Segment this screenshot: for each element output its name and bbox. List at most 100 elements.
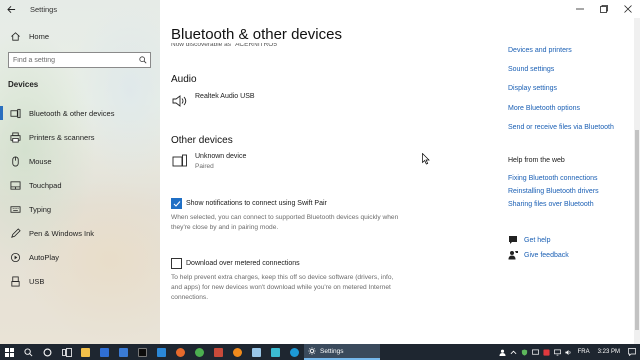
usb-icon: [8, 274, 22, 288]
back-arrow-icon: [6, 5, 15, 13]
tray-item[interactable]: [563, 344, 574, 360]
audio-heading: Audio: [171, 74, 197, 85]
back-button[interactable]: [0, 0, 22, 18]
swift-pair-label[interactable]: Show notifications to connect using Swif…: [186, 200, 327, 207]
minimize-icon: [576, 8, 584, 10]
taskbar-app[interactable]: [171, 344, 190, 360]
link-sharing-files[interactable]: Sharing files over Bluetooth: [508, 201, 594, 208]
taskbar-app[interactable]: [133, 344, 152, 360]
nav-item-label: AutoPlay: [29, 252, 60, 262]
scrollbar-thumb[interactable]: [635, 130, 639, 330]
nav-item-bluetooth[interactable]: Bluetooth & other devices: [0, 103, 160, 123]
link-devices-and-printers[interactable]: Devices and printers: [508, 47, 572, 54]
maximize-button[interactable]: [592, 0, 616, 18]
taskbar-search-button[interactable]: [19, 344, 38, 360]
vlc-icon: [233, 347, 242, 357]
taskbar-app[interactable]: [152, 344, 171, 360]
device-icon: [171, 152, 189, 170]
touchpad-icon: [8, 178, 22, 192]
edge-icon: [290, 347, 299, 357]
window-title: Settings: [30, 4, 58, 14]
close-button[interactable]: [616, 0, 640, 18]
taskbar-app[interactable]: [95, 344, 114, 360]
clock[interactable]: 3:23 PM: [594, 349, 624, 355]
nav-item-touchpad[interactable]: Touchpad: [0, 175, 160, 195]
unknown-device-name: Unknown device: [195, 153, 247, 160]
task-view-button[interactable]: [57, 344, 76, 360]
nav-item-printers[interactable]: Printers & scanners: [0, 127, 160, 147]
taskbar-app[interactable]: [209, 344, 228, 360]
link-sound-settings[interactable]: Sound settings: [508, 66, 554, 73]
taskbar-app[interactable]: [114, 344, 133, 360]
nav-item-usb[interactable]: USB: [0, 271, 160, 291]
speaker-icon: [171, 92, 189, 110]
taskbar-app[interactable]: [190, 344, 209, 360]
mouse-cursor-icon: [422, 153, 430, 165]
nav-item-mouse[interactable]: Mouse: [0, 151, 160, 171]
navigation-pane: Settings Home Devices Bluetooth & other …: [0, 0, 160, 344]
minimize-button[interactable]: [568, 0, 592, 18]
nav-item-typing[interactable]: Typing: [0, 199, 160, 219]
discoverable-status: Now discoverable as "ACERNITRO5": [171, 43, 280, 48]
swift-pair-checkbox[interactable]: [171, 198, 182, 209]
link-display-settings[interactable]: Display settings: [508, 85, 557, 92]
taskbar-app[interactable]: [247, 344, 266, 360]
nav-item-label: USB: [29, 276, 45, 286]
file-explorer-icon: [81, 347, 90, 357]
swift-pair-setting: Show notifications to connect using Swif…: [171, 198, 327, 209]
help-heading: Help from the web: [508, 157, 565, 164]
nav-home[interactable]: Home: [0, 26, 160, 46]
checkmark-icon: [173, 200, 180, 207]
tray-item[interactable]: [624, 344, 640, 360]
tray-item[interactable]: [497, 344, 508, 360]
get-help-label: Get help: [524, 236, 551, 244]
get-help-link[interactable]: Get help: [508, 235, 550, 245]
mouse-icon: [8, 154, 22, 168]
metered-description: To help prevent extra charges, keep this…: [171, 274, 394, 301]
pen-icon: [8, 226, 22, 240]
link-fixing-bluetooth[interactable]: Fixing Bluetooth connections: [508, 175, 598, 182]
nav-section-title: Devices: [8, 80, 39, 89]
metered-checkbox[interactable]: [171, 258, 182, 269]
metered-label[interactable]: Download over metered connections: [186, 260, 300, 267]
taskbar-app[interactable]: [76, 344, 95, 360]
photos-icon: [214, 347, 223, 357]
search-icon: [24, 347, 33, 356]
audio-device[interactable]: Realtek Audio USB: [171, 92, 255, 110]
tray-item[interactable]: [541, 344, 552, 360]
nav-item-pen[interactable]: Pen & Windows Ink: [0, 223, 160, 243]
maximize-icon: [600, 5, 608, 13]
tray-item[interactable]: [552, 344, 563, 360]
language-indicator[interactable]: FRA: [574, 349, 594, 355]
nav-item-label: Touchpad: [29, 180, 62, 190]
link-reinstalling-drivers[interactable]: Reinstalling Bluetooth drivers: [508, 188, 599, 195]
cortana-button[interactable]: [38, 344, 57, 360]
mail-icon: [157, 347, 166, 357]
help-chat-icon: [508, 235, 518, 245]
settings-search[interactable]: [8, 52, 151, 68]
tray-item[interactable]: [508, 344, 519, 360]
taskbar-app[interactable]: [266, 344, 285, 360]
tray-item[interactable]: [519, 344, 530, 360]
start-button[interactable]: [0, 344, 19, 360]
unknown-device-status: Paired: [195, 163, 214, 170]
link-send-receive-files[interactable]: Send or receive files via Bluetooth: [508, 124, 614, 131]
give-feedback-link[interactable]: Give feedback: [508, 250, 569, 260]
link-more-bluetooth-options[interactable]: More Bluetooth options: [508, 105, 580, 112]
firefox-icon: [176, 347, 185, 357]
taskbar-settings-label: Settings: [320, 347, 344, 355]
nav-item-autoplay[interactable]: AutoPlay: [0, 247, 160, 267]
home-icon: [8, 29, 22, 43]
task-view-icon: [61, 347, 72, 357]
search-input[interactable]: [9, 56, 136, 64]
audio-device-name: Realtek Audio USB: [195, 93, 255, 100]
taskbar-app[interactable]: [285, 344, 304, 360]
unknown-device[interactable]: Unknown device Paired: [171, 152, 246, 172]
taskbar-app[interactable]: [228, 344, 247, 360]
windows-logo-icon: [5, 347, 14, 357]
swift-pair-description: When selected, you can connect to suppor…: [171, 214, 399, 231]
taskbar-settings-app[interactable]: Settings: [304, 344, 380, 360]
search-icon[interactable]: [136, 53, 150, 67]
nav-item-label: Bluetooth & other devices: [29, 108, 115, 118]
tray-item[interactable]: [530, 344, 541, 360]
